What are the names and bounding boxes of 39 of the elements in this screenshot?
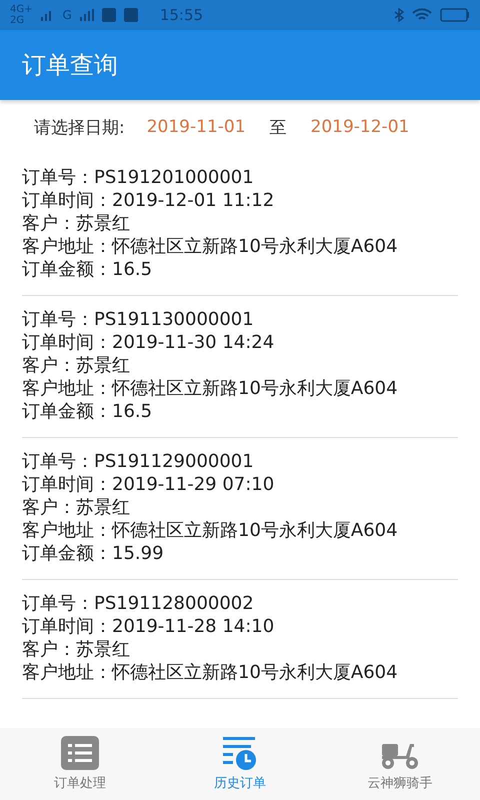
order-detail: 订单时间：2019-11-28 14:10 [22,615,276,638]
battery-icon [440,8,470,22]
nav-tab[interactable]: 历史订单 [160,728,320,800]
order-detail: 客户：苏景红 [22,496,131,519]
list-icon [61,736,99,770]
notification-icon [102,8,116,22]
order-detail: 订单号：PS191201000001 [22,166,255,189]
order-detail: 客户地址：怀德社区立新路10号永利大厦A604 [22,377,399,400]
order-detail: 客户：苏景红 [22,354,131,377]
order-detail: 订单金额：16.5 [22,400,154,423]
network-type: 4G+ [10,4,32,15]
order-detail: 客户地址：怀德社区立新路10号永利大厦A604 [22,235,399,258]
order-detail: 订单时间：2019-11-30 14:24 [22,331,276,354]
notification-icon [124,8,138,22]
wifi-icon [412,8,432,22]
order-detail: 客户地址：怀德社区立新路10号永利大厦A604 [22,661,399,684]
page-title: 订单查询 [22,50,118,81]
network-type: G [62,8,72,22]
order-detail: 客户：苏景红 [22,638,131,661]
order-detail: 订单号：PS191129000001 [22,450,255,473]
end-date[interactable]: 2019-12-01 [310,117,410,137]
network-type: 2G [10,15,26,26]
status-time: 15:55 [160,6,204,24]
order-detail: 订单时间：2019-11-29 07:10 [22,473,276,496]
order-detail: 订单金额：16.5 [22,258,154,281]
signal-icon [80,9,94,21]
date-separator: 至 [270,116,287,138]
start-date[interactable]: 2019-11-01 [146,117,246,137]
order-detail: 订单号：PS191130000001 [22,308,255,331]
nav-tab[interactable]: 云神狮骑手 [320,728,480,800]
history-clock-icon [221,736,259,770]
bluetooth-icon [394,8,404,22]
order-detail: 订单金额：15.99 [22,542,165,565]
date-label: 请选择日期: [34,116,125,138]
order-detail: 订单时间：2019-12-01 11:12 [22,189,276,212]
order-detail: 订单号：PS191128000002 [22,592,255,615]
order-detail: 客户：苏景红 [22,212,131,235]
order-detail: 客户地址：怀德社区立新路10号永利大厦A604 [22,519,399,542]
nav-tab[interactable]: 订单处理 [0,728,160,800]
